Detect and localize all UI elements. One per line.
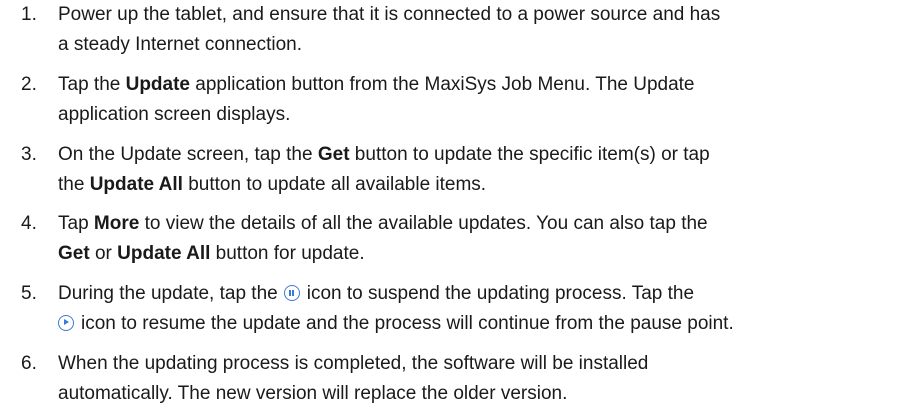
step-text: Tap More to view the details of all the … (58, 209, 880, 269)
step-text: Tap the Update application button from t… (58, 70, 880, 130)
step-text-line-2: icon to resume the update and the proces… (81, 313, 734, 334)
step-text-pre: On the Update screen, tap the (58, 144, 318, 165)
step-text: On the Update screen, tap the Get button… (58, 140, 880, 200)
step-text: During the update, tap the icon to suspen… (58, 279, 880, 339)
step-text-mid: icon to suspend the updating process. Ta… (306, 283, 695, 304)
step-number: 3. (21, 144, 37, 165)
step-text-line-2-pre: the (58, 174, 90, 195)
step-number: 6. (21, 353, 37, 374)
pause-icon (283, 285, 300, 301)
step-text-line-1: When the updating process is completed, … (58, 353, 649, 374)
step-number: 4. (21, 213, 37, 234)
get-label: Get (58, 243, 90, 264)
step-number: 5. (21, 283, 37, 304)
update-all-label: Update All (117, 243, 211, 264)
get-label: Get (317, 144, 350, 165)
step-text: Power up the tablet, and ensure that it … (58, 0, 880, 60)
update-all-label: Update All (89, 174, 183, 195)
step-text-line-2: a steady Internet connection. (58, 34, 302, 55)
step-text-pre: Tap the (58, 74, 126, 95)
step-text-line-2: application screen displays. (58, 104, 291, 125)
step-text-pre: During the update, tap the (58, 283, 278, 304)
step-number: 1. (21, 4, 37, 25)
step-text-pre: Tap (58, 213, 94, 234)
update-label: Update (125, 74, 191, 95)
more-label: More (93, 213, 140, 234)
step-text-mid: button to update the specific item(s) or… (349, 144, 710, 165)
step-text-mid: to view the details of all the available… (139, 213, 708, 234)
step-text-mid: application button from the MaxiSys Job … (190, 74, 695, 95)
step-text-line-2-post: button for update. (210, 243, 365, 264)
step-text: When the updating process is completed, … (58, 349, 880, 409)
step-text-line-2-post: button to update all available items. (182, 174, 487, 195)
step-text-line-2: automatically. The new version will repl… (58, 383, 568, 404)
step-number: 2. (21, 74, 37, 95)
step-text-line-2-mid: or (89, 243, 118, 264)
document-page: 1. Power up the tablet, and ensure that … (0, 0, 904, 416)
step-text-line-1: Power up the tablet, and ensure that it … (58, 4, 721, 25)
play-icon (58, 315, 74, 331)
